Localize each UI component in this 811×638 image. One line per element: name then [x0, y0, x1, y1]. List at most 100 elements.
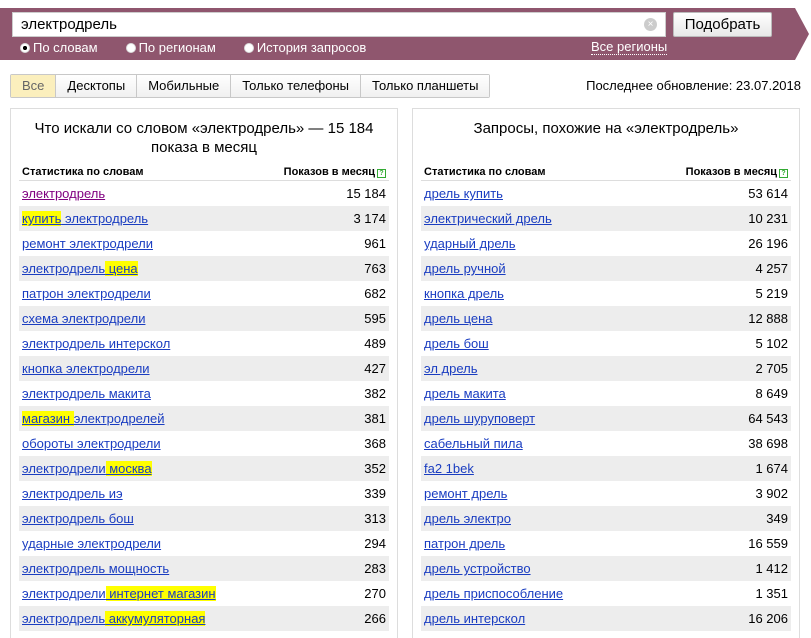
- impressions-count: 5 219: [755, 286, 788, 301]
- table-row: схема электродрели 595: [19, 306, 389, 331]
- keyword-link[interactable]: ударный дрель: [424, 236, 515, 251]
- keyword-link[interactable]: дрель интерскол: [424, 611, 525, 626]
- keyword-link[interactable]: дрель купить: [424, 186, 503, 201]
- keyword-link[interactable]: электродрель цена: [22, 261, 138, 276]
- mode-label: По регионам: [138, 40, 216, 55]
- highlighted-text: купить: [22, 211, 62, 226]
- keyword-text: электродрель: [22, 261, 106, 276]
- header-arrow: [795, 8, 809, 60]
- impressions-count: 283: [364, 561, 386, 576]
- table-row: патрон дрель 16 559: [421, 531, 791, 556]
- keyword-link[interactable]: эл дрель: [424, 361, 478, 376]
- help-icon[interactable]: ?: [779, 169, 788, 178]
- keyword-link[interactable]: электродрель макита: [22, 386, 151, 401]
- table-row: патрон электродрели 682: [19, 281, 389, 306]
- regions-link[interactable]: Все регионы: [591, 40, 668, 55]
- keyword-text: сабельный пила: [424, 436, 523, 451]
- col-keywords: Статистика по словам: [424, 166, 546, 178]
- keyword-link[interactable]: ударные электродрели: [22, 536, 161, 551]
- keyword-text: патрон электродрели: [22, 286, 151, 301]
- keyword-link[interactable]: электродрели москва: [22, 461, 152, 476]
- keyword-text: кнопка дрель: [424, 286, 504, 301]
- impressions-count: 763: [364, 261, 386, 276]
- keyword-text: электродрель: [22, 611, 106, 626]
- keyword-text: дрель приспособление: [424, 586, 564, 601]
- keyword-text: электрический дрель: [424, 211, 552, 226]
- keyword-link[interactable]: дрель цена: [424, 311, 493, 326]
- table-row: купить электродрель 3 174: [19, 206, 389, 231]
- keyword-link[interactable]: электрический дрель: [424, 211, 552, 226]
- impressions-count: 3 902: [755, 486, 788, 501]
- keyword-link[interactable]: электродрели интернет магазин: [22, 586, 216, 601]
- keyword-text: электродрель бош: [22, 511, 134, 526]
- impressions-count: 382: [364, 386, 386, 401]
- mode-by-regions[interactable]: По регионам: [125, 40, 216, 55]
- keyword-link[interactable]: дрель шуруповерт: [424, 411, 535, 426]
- keyword-link[interactable]: электродрель: [22, 186, 105, 201]
- impressions-count: 53 614: [748, 186, 788, 201]
- keyword-link[interactable]: купить электродрель: [22, 211, 148, 226]
- table-row: кнопка дрель 5 219: [421, 281, 791, 306]
- tab-all[interactable]: Все: [11, 75, 56, 97]
- impressions-count: 2 705: [755, 361, 788, 376]
- keyword-link[interactable]: кнопка электродрели: [22, 361, 150, 376]
- keyword-link[interactable]: электродрель иэ: [22, 486, 123, 501]
- keyword-link[interactable]: патрон дрель: [424, 536, 505, 551]
- keyword-link[interactable]: сабельный пила: [424, 436, 523, 451]
- keyword-text: ремонт дрель: [424, 486, 508, 501]
- keyword-link[interactable]: дрель устройство: [424, 561, 531, 576]
- table-row: электродрель макита 382: [19, 381, 389, 406]
- table-row: дрель электро 349: [421, 506, 791, 531]
- keyword-text: электродрель интерскол: [22, 336, 171, 351]
- keyword-text: дрель ручной: [424, 261, 506, 276]
- impressions-count: 339: [364, 486, 386, 501]
- tab-mobile[interactable]: Мобильные: [136, 75, 231, 97]
- impressions-count: 5 102: [755, 336, 788, 351]
- keyword-link[interactable]: электродрель аккумуляторная: [22, 611, 206, 626]
- mode-history[interactable]: История запросов: [243, 40, 366, 55]
- keyword-link[interactable]: электродрель интерскол: [22, 336, 170, 351]
- table-row: электродрель иэ 339: [19, 481, 389, 506]
- keyword-link[interactable]: дрель макита: [424, 386, 506, 401]
- tab-tablets[interactable]: Только планшеты: [360, 75, 490, 97]
- impressions-count: 270: [364, 586, 386, 601]
- table-row: электродрель бош 313: [19, 506, 389, 531]
- impressions-count: 8 649: [755, 386, 788, 401]
- keyword-link[interactable]: дрель приспособление: [424, 586, 563, 601]
- keyword-link[interactable]: дрель ручной: [424, 261, 506, 276]
- keyword-link[interactable]: ремонт дрель: [424, 486, 507, 501]
- table-row: электродрели москва 352: [19, 456, 389, 481]
- highlighted-text: москва: [105, 461, 152, 476]
- mode-by-words[interactable]: По словам: [20, 40, 98, 55]
- table-row: ремонт дрель 3 902: [421, 481, 791, 506]
- table-row: электродрель цена 763: [19, 256, 389, 281]
- highlighted-text: интернет магазин: [105, 586, 216, 601]
- last-update: Последнее обновление: 23.07.2018: [586, 78, 801, 93]
- impressions-count: 352: [364, 461, 386, 476]
- keyword-link[interactable]: схема электродрели: [22, 311, 145, 326]
- keyword-link[interactable]: электродрель бош: [22, 511, 134, 526]
- keyword-link[interactable]: дрель электро: [424, 511, 511, 526]
- table-row: дрель купить 53 614: [421, 181, 791, 206]
- keyword-link[interactable]: патрон электродрели: [22, 286, 151, 301]
- tab-desktops[interactable]: Десктопы: [55, 75, 137, 97]
- keyword-link[interactable]: обороты электродрели: [22, 436, 161, 451]
- table-row: электродрель мощность 283: [19, 556, 389, 581]
- search-input[interactable]: электродрель ×: [12, 12, 666, 37]
- keyword-link[interactable]: дрель бош: [424, 336, 489, 351]
- table-row: дрель бош 5 102: [421, 331, 791, 356]
- impressions-count: 595: [364, 311, 386, 326]
- mode-label: По словам: [33, 40, 98, 55]
- keyword-link[interactable]: кнопка дрель: [424, 286, 504, 301]
- keyword-text: электродрель: [61, 211, 149, 226]
- keyword-link[interactable]: fa2 1bek: [424, 461, 474, 476]
- tab-phones[interactable]: Только телефоны: [230, 75, 361, 97]
- keyword-link[interactable]: электродрель мощность: [22, 561, 169, 576]
- keyword-link[interactable]: ремонт электродрели: [22, 236, 153, 251]
- impressions-count: 3 174: [353, 211, 386, 226]
- keyword-link[interactable]: магазин электродрелей: [22, 411, 165, 426]
- submit-button[interactable]: Подобрать: [673, 12, 772, 37]
- clear-icon[interactable]: ×: [644, 18, 657, 31]
- help-icon[interactable]: ?: [377, 169, 386, 178]
- table-row: сабельный пила 38 698: [421, 431, 791, 456]
